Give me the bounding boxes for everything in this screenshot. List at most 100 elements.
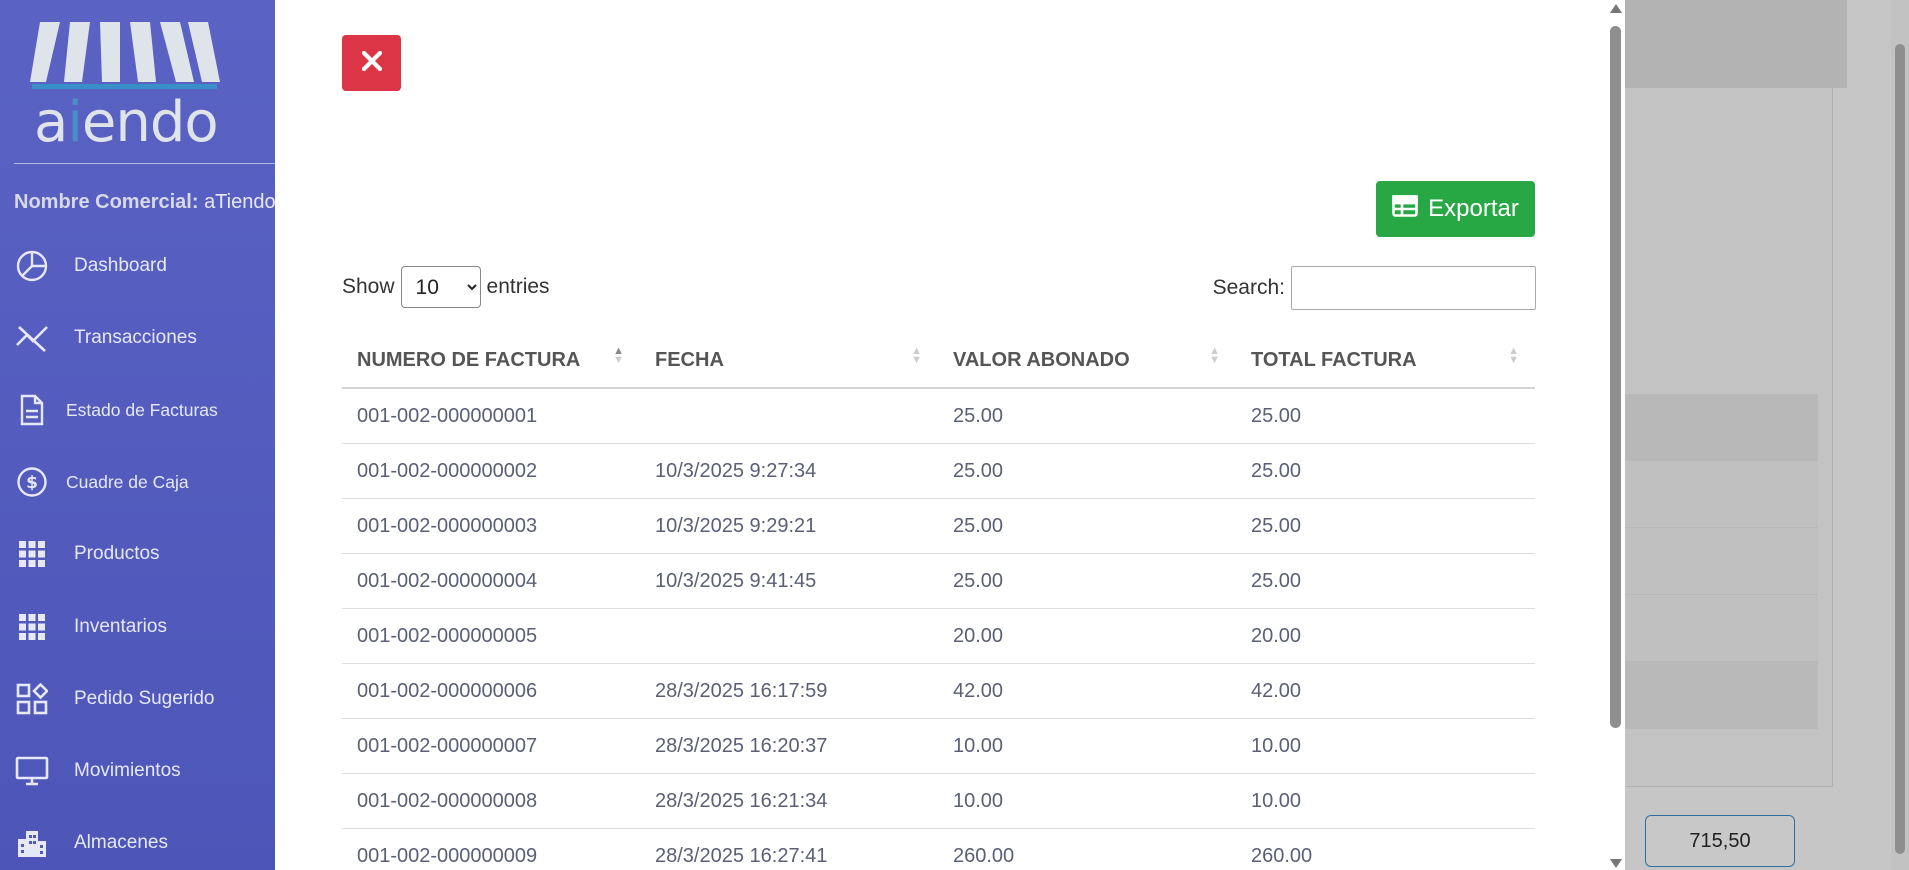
cell-valor-abonado: 10.00 [938, 718, 1236, 774]
sort-icon: ▲ ▼ [1508, 345, 1519, 366]
cell-numero-factura: 001-002-000000006 [342, 663, 640, 719]
cell-total-factura: 25.00 [1236, 553, 1535, 609]
background-total-field: 715,50 [1645, 815, 1795, 867]
brand-value: aTiendo [204, 191, 275, 213]
cell-valor-abonado: 10.00 [938, 773, 1236, 829]
cell-valor-abonado: 25.00 [938, 443, 1236, 499]
background-table-row [1625, 595, 1818, 662]
column-header-fecha[interactable]: FECHA ▲ ▼ [640, 334, 938, 389]
buildings-icon [14, 825, 50, 861]
cell-total-factura: 25.00 [1236, 388, 1535, 444]
table-row: 001-002-000000009 28/3/2025 16:27:41 260.0… [342, 828, 1535, 870]
svg-text:$: $ [26, 473, 38, 493]
cell-total-factura: 25.00 [1236, 443, 1535, 499]
cell-fecha: 28/3/2025 16:27:41 [640, 828, 938, 870]
table-row: 001-002-000000002 10/3/2025 9:27:34 25.00 2… [342, 443, 1535, 499]
sidebar-item-dashboard[interactable]: Dashboard [0, 234, 275, 298]
logo-wordmark: aiendo [34, 90, 219, 155]
sidebar-item-almacenes[interactable]: Almacenes [0, 811, 275, 870]
column-header-total-factura[interactable]: TOTAL FACTURA ▲ ▼ [1236, 334, 1535, 389]
invoice-table: NUMERO DE FACTURA ▲ ▼ FECHA ▲ ▼ VALOR ABONAD… [342, 334, 1535, 870]
scroll-up-icon[interactable] [1610, 4, 1622, 13]
monitor-icon [14, 753, 50, 789]
sidebar-item-cuadre-caja[interactable]: $ Cuadre de Caja [0, 450, 275, 514]
sidebar-item-transacciones[interactable]: Transacciones [0, 306, 275, 370]
widgets-icon [14, 681, 50, 717]
brand-label: Nombre Comercial: [14, 191, 199, 213]
search-label: Search: [1212, 276, 1285, 299]
sidebar-item-label: Pedido Sugerido [74, 688, 215, 709]
cell-numero-factura: 001-002-000000005 [342, 608, 640, 664]
scroll-down-icon[interactable] [1610, 859, 1622, 868]
modal-scrollbar-thumb[interactable] [1610, 26, 1621, 728]
sidebar-item-label: Inventarios [74, 616, 167, 637]
transactions-icon [14, 320, 50, 356]
cell-valor-abonado: 260.00 [938, 828, 1236, 870]
document-icon [14, 392, 50, 428]
sidebar-item-label: Movimientos [74, 760, 181, 781]
sidebar-divider [14, 163, 275, 164]
sidebar-item-inventarios[interactable]: Inventarios [0, 595, 275, 659]
table-row: 001-002-000000007 28/3/2025 16:20:37 10.00… [342, 718, 1535, 774]
export-label: Exportar [1428, 195, 1519, 222]
sidebar: aiendo Nombre Comercial: aTiendo Dashboa… [0, 0, 275, 870]
page-length-control: Show 10 entries [342, 266, 550, 308]
search-control: Search: [1213, 266, 1536, 310]
table-row: 001-002-000000003 10/3/2025 9:29:21 25.00 2… [342, 498, 1535, 554]
table-row: 001-002-000000001 25.00 25.00 [342, 388, 1535, 444]
sidebar-item-movimientos[interactable]: Movimientos [0, 739, 275, 803]
close-button[interactable] [342, 35, 401, 91]
cell-valor-abonado: 42.00 [938, 663, 1236, 719]
invoice-modal: Exportar Show 10 entries Search: NUMERO … [275, 0, 1625, 870]
cell-valor-abonado: 25.00 [938, 388, 1236, 444]
table-row: 001-002-000000008 28/3/2025 16:21:34 10.00… [342, 773, 1535, 829]
sidebar-item-label: Cuadre de Caja [66, 471, 189, 492]
cell-fecha: 10/3/2025 9:27:34 [640, 443, 938, 499]
cell-total-factura: 42.00 [1236, 663, 1535, 719]
show-label: Show [342, 275, 395, 298]
modal-scrollbar[interactable] [1607, 0, 1625, 870]
cell-fecha: 10/3/2025 9:41:45 [640, 553, 938, 609]
cell-numero-factura: 001-002-000000007 [342, 718, 640, 774]
cell-numero-factura: 001-002-000000008 [342, 773, 640, 829]
sidebar-item-label: Almacenes [74, 832, 168, 853]
sort-icon: ▲ ▼ [613, 345, 624, 366]
sort-icon: ▲ ▼ [911, 345, 922, 366]
page-scrollbar[interactable] [1891, 0, 1909, 870]
sidebar-item-productos[interactable]: Productos [0, 522, 275, 586]
export-button[interactable]: Exportar [1376, 181, 1535, 237]
cell-valor-abonado: 20.00 [938, 608, 1236, 664]
background-topbar [1625, 0, 1847, 88]
sidebar-item-estado-facturas[interactable]: Estado de Facturas [0, 378, 275, 442]
column-header-numero-factura[interactable]: NUMERO DE FACTURA ▲ ▼ [342, 334, 640, 389]
grid-icon [14, 536, 50, 572]
sidebar-item-label: Estado de Facturas [66, 399, 218, 420]
cell-total-factura: 10.00 [1236, 773, 1535, 829]
dollar-circle-icon: $ [14, 464, 50, 500]
cell-numero-factura: 001-002-000000001 [342, 388, 640, 444]
table-row: 001-002-000000004 10/3/2025 9:41:45 25.00 2… [342, 553, 1535, 609]
background-card [1625, 88, 1833, 787]
search-input[interactable] [1291, 266, 1536, 310]
brand-name: Nombre Comercial: aTiendo [14, 191, 275, 214]
sidebar-item-pedido-sugerido[interactable]: Pedido Sugerido [0, 667, 275, 731]
cell-total-factura: 25.00 [1236, 498, 1535, 554]
table-row: 001-002-000000005 20.00 20.00 [342, 608, 1535, 664]
page-scrollbar-thumb[interactable] [1895, 44, 1905, 854]
column-header-valor-abonado[interactable]: VALOR ABONADO ▲ ▼ [938, 334, 1236, 389]
grid-icon [14, 609, 50, 645]
page-length-select[interactable]: 10 [400, 266, 481, 308]
cell-fecha: 28/3/2025 16:21:34 [640, 773, 938, 829]
sidebar-item-label: Transacciones [74, 327, 197, 348]
cell-fecha [640, 388, 938, 444]
table-row: 001-002-000000006 28/3/2025 16:17:59 42.00… [342, 663, 1535, 719]
cell-numero-factura: 001-002-000000003 [342, 498, 640, 554]
cell-fecha [640, 608, 938, 664]
table-icon [1392, 194, 1418, 224]
background-table-header [1625, 394, 1818, 461]
cell-fecha: 28/3/2025 16:17:59 [640, 663, 938, 719]
sort-icon: ▲ ▼ [1209, 345, 1220, 366]
cell-valor-abonado: 25.00 [938, 553, 1236, 609]
pie-chart-icon [14, 248, 50, 284]
cell-fecha: 10/3/2025 9:29:21 [640, 498, 938, 554]
